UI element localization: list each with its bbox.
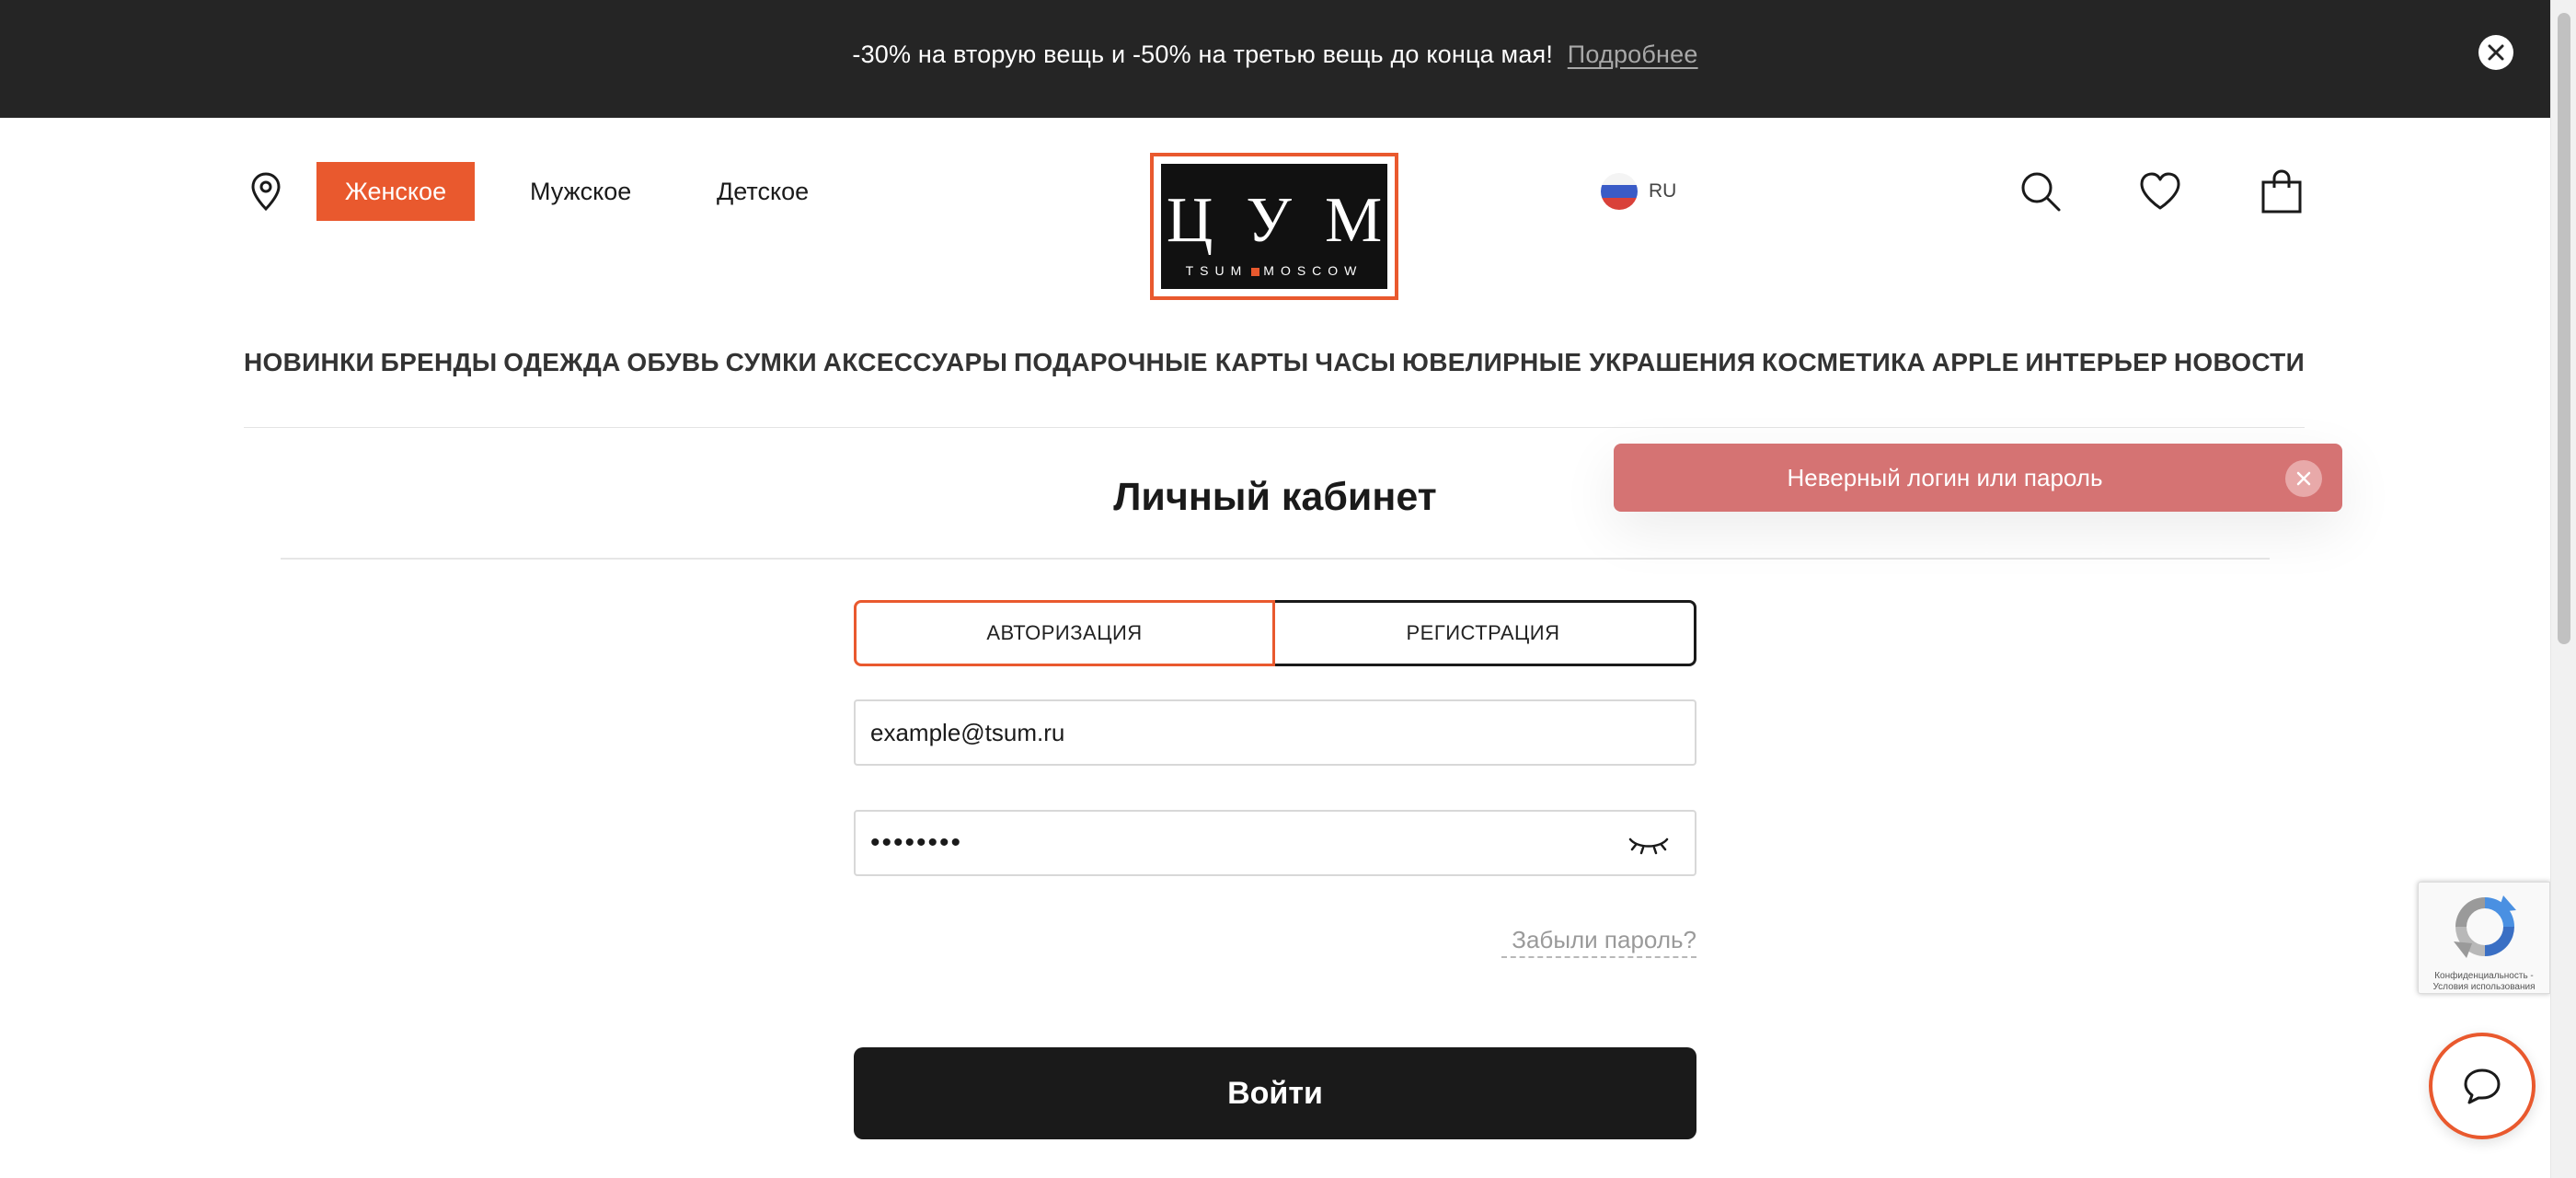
language-selector[interactable]: RU <box>1601 173 1676 210</box>
close-icon <box>2488 44 2504 61</box>
promo-text: -30% на вторую вещь и -50% на третью вещ… <box>852 40 1554 68</box>
category-news[interactable]: НОВОСТИ <box>2174 348 2305 377</box>
category-menu: НОВИНКИ БРЕНДЫ ОДЕЖДА ОБУВЬ СУМКИ АКСЕСС… <box>244 348 2305 377</box>
promo-text-row: -30% на вторую вещь и -50% на третью вещ… <box>0 40 2550 69</box>
promo-close-button[interactable] <box>2478 35 2513 70</box>
search-icon[interactable] <box>2018 169 2063 214</box>
password-field-wrapper <box>854 810 1696 876</box>
logo-letter: Ц <box>1166 185 1213 256</box>
error-toast: Неверный логин или пароль <box>1614 444 2342 512</box>
chat-button[interactable] <box>2429 1033 2536 1139</box>
close-icon <box>2296 471 2311 486</box>
category-cosmetics[interactable]: КОСМЕТИКА <box>1762 348 1926 377</box>
logo-sub-left: TSUM <box>1185 263 1248 278</box>
category-shoes[interactable]: ОБУВЬ <box>627 348 719 377</box>
shopping-bag-icon[interactable] <box>2260 169 2304 214</box>
page-scrollbar[interactable] <box>2550 0 2576 1178</box>
email-field-wrapper <box>854 699 1696 766</box>
category-interior[interactable]: ИНТЕРЬЕР <box>2025 348 2168 377</box>
tsum-logo[interactable]: Ц У М TSUM MOSCOW <box>1150 153 1398 300</box>
gender-tab-kids[interactable]: Детское <box>717 162 809 221</box>
language-label: RU <box>1649 180 1677 202</box>
category-gift-cards[interactable]: ПОДАРОЧНЫЕ КАРТЫ <box>1014 348 1308 377</box>
logo-sub-right: MOSCOW <box>1263 263 1363 278</box>
logo-subtitle: TSUM MOSCOW <box>1161 263 1387 278</box>
logo-inner: Ц У М TSUM MOSCOW <box>1159 162 1389 291</box>
category-new[interactable]: НОВИНКИ <box>244 348 374 377</box>
gender-tab-men[interactable]: Мужское <box>530 162 631 221</box>
recaptcha-icon <box>2454 895 2516 958</box>
logo-dot <box>1251 267 1260 276</box>
category-clothing[interactable]: ОДЕЖДА <box>503 348 620 377</box>
forgot-password-link[interactable]: Забыли пароль? <box>1501 926 1696 958</box>
tab-login[interactable]: АВТОРИЗАЦИЯ <box>854 600 1275 666</box>
category-brands[interactable]: БРЕНДЫ <box>381 348 498 377</box>
chat-bubble-icon <box>2464 1068 2501 1104</box>
russia-flag-icon <box>1601 173 1638 210</box>
gender-tab-women[interactable]: Женское <box>316 162 475 221</box>
eye-closed-icon[interactable] <box>1627 826 1671 861</box>
promo-details-link[interactable]: Подробнее <box>1568 40 1698 68</box>
location-pin-icon[interactable] <box>248 171 283 212</box>
heart-icon[interactable] <box>2138 169 2182 214</box>
category-accessories[interactable]: АКСЕССУАРЫ <box>823 348 1008 377</box>
recaptcha-badge[interactable]: Конфиденциальность - Условия использован… <box>2418 882 2550 994</box>
email-field[interactable] <box>870 701 1625 764</box>
scrollbar-thumb[interactable] <box>2558 13 2570 644</box>
logo-letter: У <box>1246 185 1292 256</box>
login-submit-button[interactable]: Войти <box>854 1047 1696 1139</box>
recaptcha-text: Конфиденциальность - Условия использован… <box>2432 971 2536 992</box>
category-watches[interactable]: ЧАСЫ <box>1315 348 1396 377</box>
category-apple[interactable]: APPLE <box>1932 348 2019 377</box>
logo-letter: М <box>1324 185 1383 256</box>
category-divider <box>244 427 2305 428</box>
category-jewelry[interactable]: ЮВЕЛИРНЫЕ УКРАШЕНИЯ <box>1402 348 1755 377</box>
logo-letters: Ц У М <box>1161 184 1387 258</box>
password-field[interactable] <box>870 812 1625 874</box>
category-bags[interactable]: СУМКИ <box>726 348 817 377</box>
title-divider <box>281 558 2270 560</box>
promo-banner: -30% на вторую вещь и -50% на третью вещ… <box>0 0 2576 118</box>
toast-message: Неверный логин или пароль <box>1787 464 2103 491</box>
toast-close-button[interactable] <box>2285 460 2322 497</box>
tab-register[interactable]: РЕГИСТРАЦИЯ <box>1271 600 1696 666</box>
